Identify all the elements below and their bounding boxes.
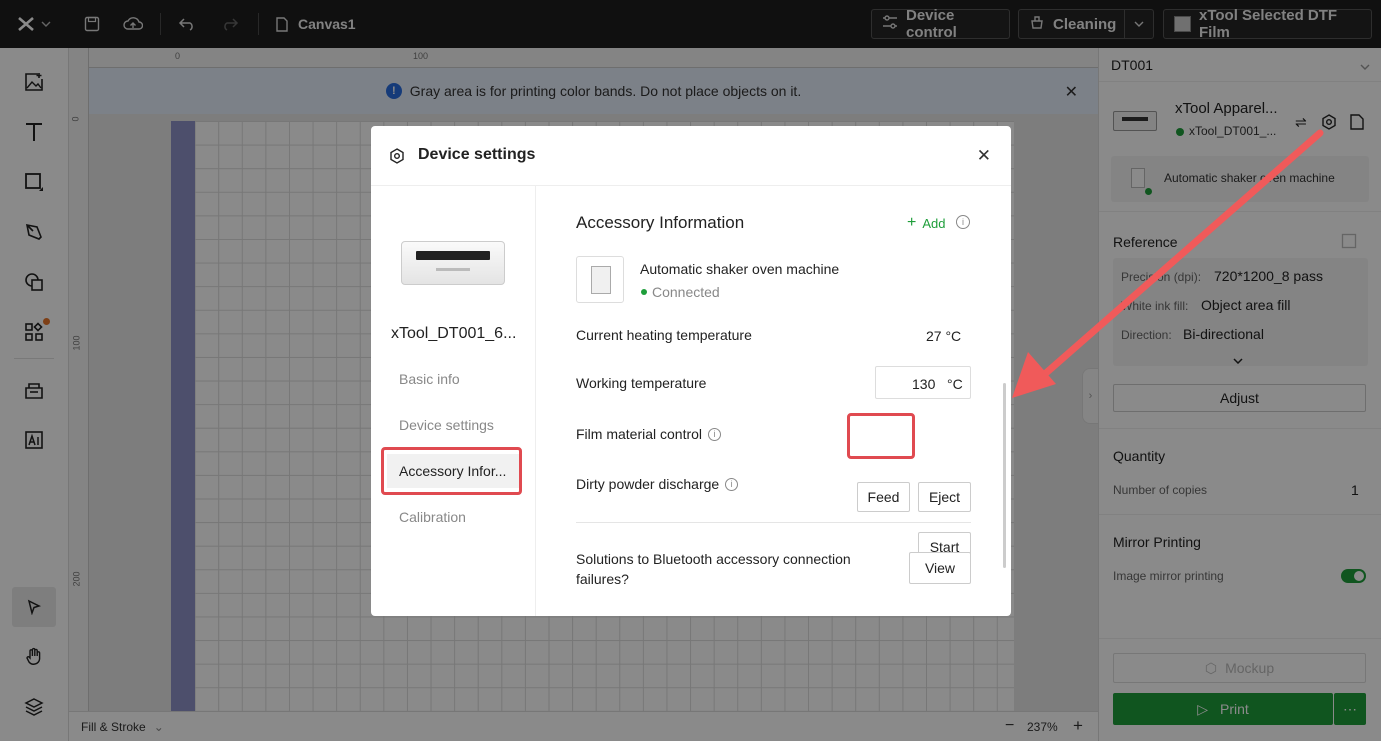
info-circle-icon[interactable]: i	[956, 215, 970, 229]
connected-dot	[641, 289, 647, 295]
film-control-label: Film material control	[576, 426, 703, 442]
nav-label: Basic info	[399, 371, 460, 387]
working-temp-unit: °C	[947, 376, 963, 392]
nav-basic-info[interactable]: Basic info	[387, 362, 520, 396]
working-temp-input[interactable]: 130 °C	[875, 366, 971, 399]
connection-status: Connected	[652, 284, 720, 300]
dialog-device-name: xTool_DT001_6...	[391, 325, 517, 342]
add-label: Add	[922, 215, 946, 231]
add-accessory-button[interactable]: + Add	[907, 214, 945, 232]
working-temp-label: Working temperature	[576, 375, 707, 391]
eject-button[interactable]: Eject	[918, 482, 971, 512]
section-title: Accessory Information	[576, 213, 745, 232]
feed-label: Feed	[867, 489, 900, 505]
nav-calibration[interactable]: Calibration	[387, 500, 520, 534]
nav-device-settings[interactable]: Device settings	[387, 408, 520, 442]
film-control-label-row: Film material control i	[576, 426, 722, 442]
scrollbar[interactable]	[1003, 383, 1006, 568]
dialog-sidebar: xTool_DT001_6... Basic info Device setti…	[371, 186, 536, 616]
section-divider	[576, 522, 971, 523]
plus-icon: +	[907, 214, 917, 231]
eject-label: Eject	[928, 489, 961, 505]
dialog-content: Accessory Information + Add i Automatic …	[536, 186, 1011, 616]
device-image	[401, 241, 505, 285]
working-temp-value: 130	[912, 376, 936, 392]
view-label: View	[924, 560, 956, 576]
nav-label: Device settings	[399, 417, 494, 433]
heating-temp-value: 27 °C	[926, 328, 962, 344]
highlight-box	[847, 413, 915, 459]
nav-label: Calibration	[399, 509, 466, 525]
dirty-powder-label-row: Dirty powder discharge i	[576, 476, 739, 492]
device-settings-dialog: Device settings ✕ xTool_DT001_6... Basic…	[371, 126, 1011, 616]
settings-icon	[389, 148, 405, 167]
close-icon[interactable]: ✕	[977, 146, 991, 166]
view-button[interactable]: View	[909, 552, 971, 584]
info-circle-icon[interactable]: i	[708, 427, 722, 441]
accessory-name: Automatic shaker oven machine	[640, 261, 840, 277]
bluetooth-help-label: Solutions to Bluetooth accessory connect…	[576, 551, 851, 587]
heating-temp-label: Current heating temperature	[576, 327, 752, 343]
dirty-powder-label: Dirty powder discharge	[576, 476, 720, 492]
highlight-box	[381, 447, 522, 495]
feed-button[interactable]: Feed	[857, 482, 910, 512]
dialog-header: Device settings ✕	[371, 126, 1011, 186]
dialog-title: Device settings	[418, 146, 536, 163]
info-circle-icon[interactable]: i	[725, 477, 739, 491]
accessory-thumbnail	[576, 256, 624, 303]
